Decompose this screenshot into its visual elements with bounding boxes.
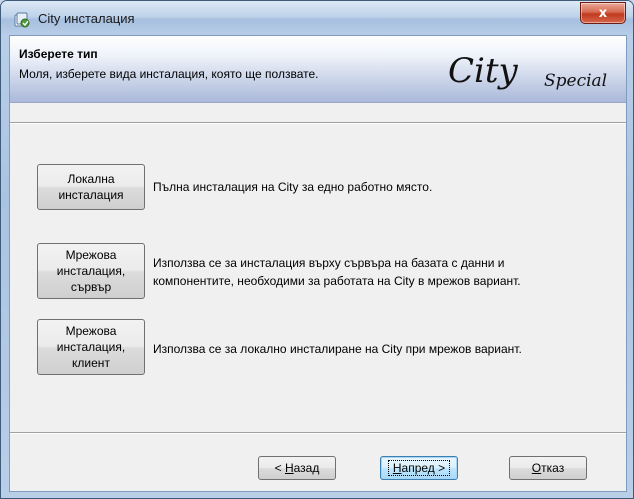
back-button[interactable]: < Назад	[258, 456, 336, 480]
svg-text:City: City	[448, 51, 519, 91]
client-area: Изберете тип Моля, изберете вида инстала…	[9, 35, 627, 492]
cancel-button[interactable]: Отказ	[509, 456, 587, 480]
separator-top	[10, 122, 626, 124]
network-server-description-line1: Използва се за инсталация върху сървъра …	[153, 256, 505, 270]
cancel-button-label: Отказ	[531, 461, 565, 475]
installer-window: City инсталация x Изберете тип Моля, изб…	[0, 0, 634, 499]
window-title: City инсталация	[38, 11, 135, 26]
network-client-description: Използва се за локално инсталиране на Ci…	[153, 342, 522, 356]
network-server-install-button[interactable]: Мрежова инсталация, сървър	[37, 243, 145, 299]
page-subtitle: Моля, изберете вида инсталация, която ще…	[19, 67, 319, 81]
city-special-logo: City Special	[448, 51, 607, 91]
close-icon: x	[598, 5, 608, 21]
app-icon	[14, 12, 30, 28]
network-client-install-button[interactable]: Мрежова инсталация, клиент	[37, 319, 145, 375]
local-install-button[interactable]: Локална инсталация	[37, 164, 145, 210]
next-button[interactable]: Напред >	[380, 456, 458, 480]
back-button-label: < Назад	[274, 461, 320, 475]
svg-text:Special: Special	[544, 71, 607, 91]
page-title: Изберете тип	[19, 47, 98, 61]
next-button-label: Напред >	[387, 460, 451, 476]
separator-bottom	[10, 432, 626, 434]
network-server-description-line2: компонентите, необходими за работата на …	[153, 274, 521, 288]
close-button[interactable]: x	[580, 2, 626, 24]
header-banner: Изберете тип Моля, изберете вида инстала…	[10, 36, 626, 103]
title-bar[interactable]: City инсталация x	[1, 1, 633, 35]
local-install-description: Пълна инсталация на City за едно работно…	[153, 180, 433, 194]
